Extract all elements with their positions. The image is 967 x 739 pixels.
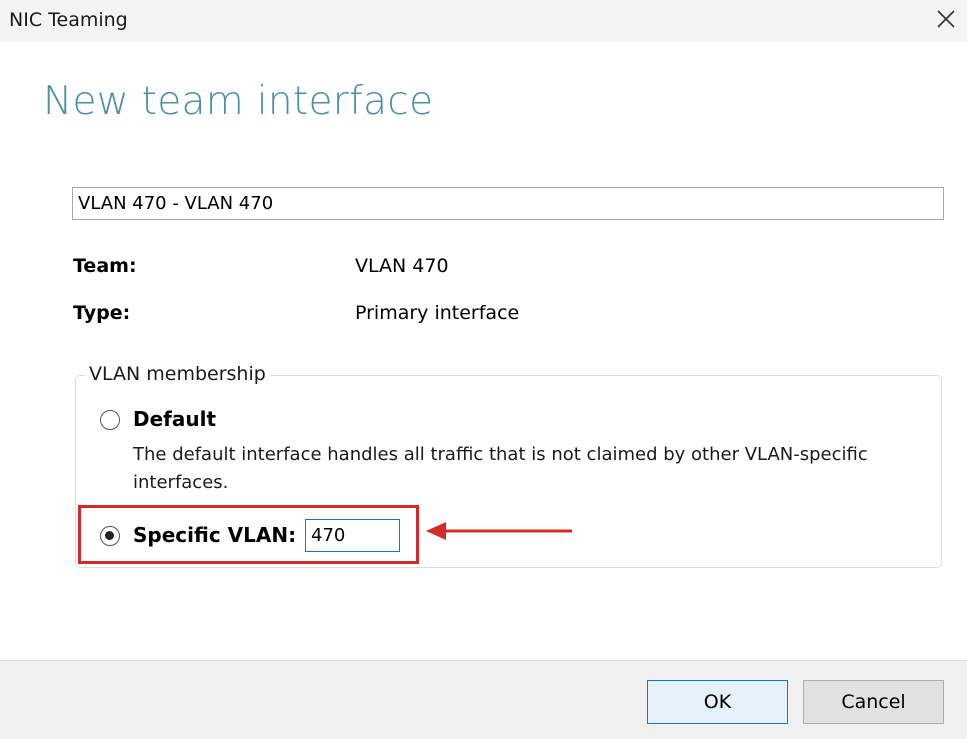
nic-teaming-dialog: NIC Teaming New team interface Team: VLA…	[0, 0, 967, 739]
interface-name-input[interactable]	[72, 187, 944, 220]
default-radio[interactable]	[100, 410, 120, 430]
type-label: Type:	[73, 302, 131, 324]
close-button[interactable]	[931, 4, 961, 34]
annotation-arrow-icon	[426, 522, 572, 540]
close-icon	[937, 10, 955, 28]
ok-button[interactable]: OK	[647, 680, 788, 724]
default-description: The default interface handles all traffi…	[133, 444, 868, 493]
cancel-button[interactable]: Cancel	[803, 680, 944, 724]
title-bar: NIC Teaming	[0, 0, 967, 42]
window-title: NIC Teaming	[9, 9, 128, 31]
page-title: New team interface	[43, 79, 434, 124]
annotation-highlight-box	[78, 505, 419, 564]
vlan-membership-legend: VLAN membership	[85, 363, 270, 385]
default-radio-label[interactable]: Default	[133, 407, 216, 431]
team-value: VLAN 470	[355, 255, 449, 277]
team-label: Team:	[73, 255, 137, 277]
type-value: Primary interface	[355, 302, 520, 324]
